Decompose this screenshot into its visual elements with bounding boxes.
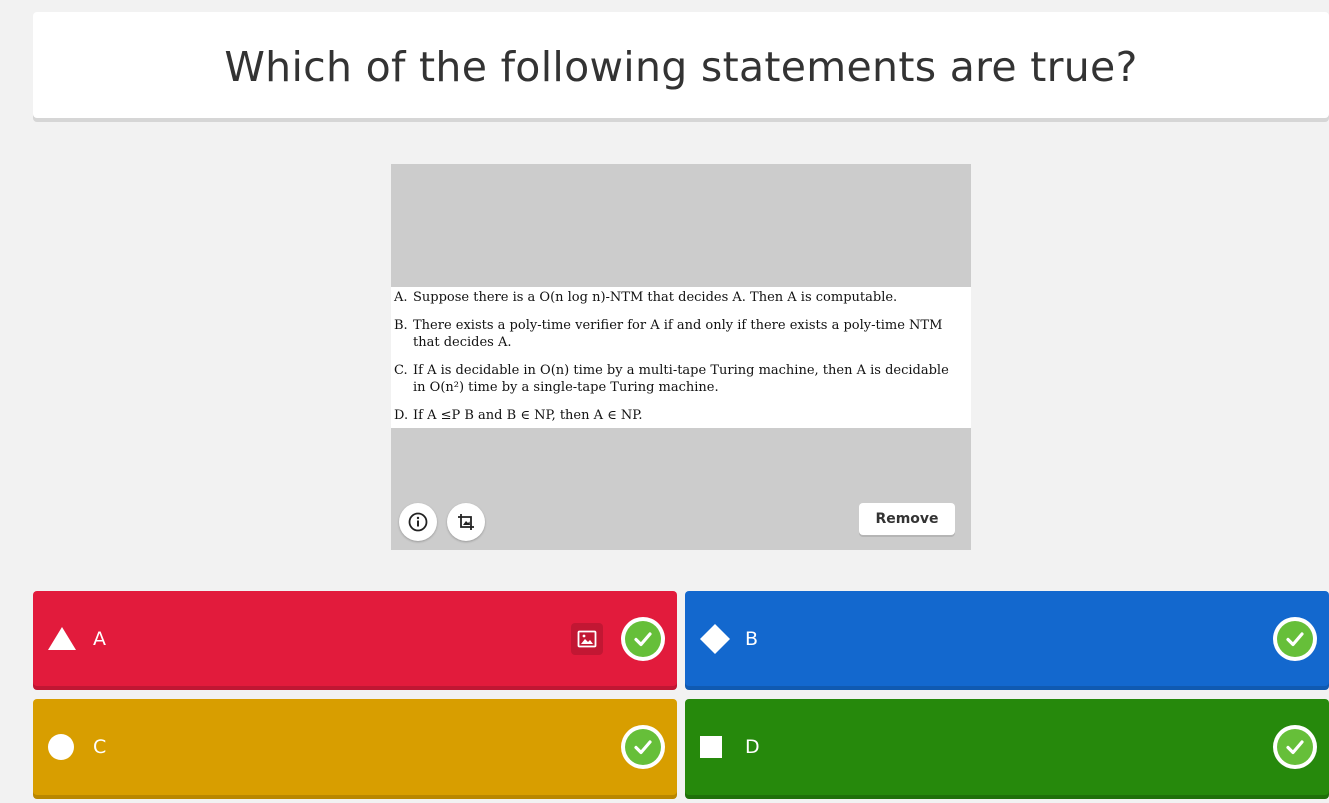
- answer-label[interactable]: D: [745, 736, 760, 758]
- statement-text: If A is decidable in O(n) time by a mult…: [413, 363, 949, 395]
- statement-text: There exists a poly-time verifier for A …: [413, 318, 943, 350]
- statement-c: C. If A is decidable in O(n) time by a m…: [394, 362, 949, 396]
- check-icon: [1277, 620, 1313, 657]
- statement-letter: C.: [394, 363, 408, 378]
- answer-option-a[interactable]: A: [33, 591, 677, 686]
- crop-icon: [458, 514, 474, 530]
- circle-icon: [48, 734, 74, 760]
- answer-label[interactable]: B: [745, 628, 758, 650]
- diamond-icon: [700, 623, 730, 654]
- question-media: A. Suppose there is a O(n log n)-NTM tha…: [391, 164, 971, 550]
- correct-answer-toggle[interactable]: [1273, 616, 1317, 661]
- question-card[interactable]: Which of the following statements are tr…: [33, 12, 1329, 118]
- square-icon: [700, 736, 722, 758]
- answer-label[interactable]: A: [93, 628, 106, 650]
- answer-option-d[interactable]: D: [685, 699, 1329, 795]
- answer-option-c[interactable]: C: [33, 699, 677, 795]
- statement-letter: D.: [394, 408, 409, 423]
- statement-b: B. There exists a poly-time verifier for…: [394, 317, 949, 351]
- statement-letter: B.: [394, 318, 408, 333]
- correct-answer-toggle[interactable]: [1273, 725, 1317, 769]
- statement-letter: A.: [394, 290, 408, 305]
- remove-media-button[interactable]: Remove: [859, 503, 955, 535]
- statement-text: Suppose there is a O(n log n)-NTM that d…: [413, 290, 898, 305]
- check-icon: [625, 729, 661, 765]
- check-icon: [1277, 729, 1313, 765]
- answer-option-b[interactable]: B: [685, 591, 1329, 686]
- add-image-button[interactable]: [571, 622, 603, 655]
- correct-answer-toggle[interactable]: [621, 616, 665, 661]
- statement-d: D. If A ≤P B and B ∈ NP, then A ∈ NP.: [394, 407, 949, 424]
- statement-text: If A ≤P B and B ∈ NP, then A ∈ NP.: [413, 408, 643, 423]
- question-title[interactable]: Which of the following statements are tr…: [224, 43, 1137, 91]
- correct-answer-toggle[interactable]: [621, 725, 665, 769]
- media-crop-button[interactable]: [447, 503, 485, 541]
- check-icon: [625, 620, 661, 657]
- image-icon: [577, 630, 597, 647]
- triangle-icon: [48, 626, 76, 650]
- info-icon: [408, 512, 428, 532]
- media-info-button[interactable]: [399, 503, 437, 541]
- media-image: A. Suppose there is a O(n log n)-NTM tha…: [391, 287, 971, 428]
- statement-a: A. Suppose there is a O(n log n)-NTM tha…: [394, 289, 949, 306]
- answer-label[interactable]: C: [93, 736, 106, 758]
